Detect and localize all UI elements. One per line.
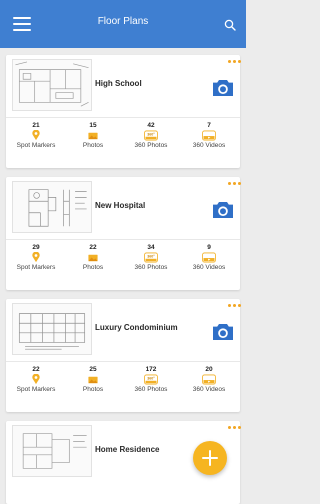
stat-360-photos[interactable]: 34 360° 360 Photos	[126, 243, 176, 272]
pin-icon	[28, 374, 44, 385]
stat-count: 21	[32, 122, 40, 129]
floor-plan-card[interactable]: New Hospital 29 Spot Markers 22 Photos 3…	[6, 177, 242, 290]
stat-photos[interactable]: 25 Photos	[68, 365, 118, 394]
svg-text:360°: 360°	[147, 377, 155, 381]
floor-plan-drawing	[13, 60, 91, 110]
360-video-icon	[201, 130, 217, 141]
stat-count: 15	[89, 122, 97, 129]
stat-count: 20	[205, 366, 213, 373]
svg-text:360°: 360°	[147, 255, 155, 259]
photo-icon	[85, 374, 101, 385]
stat-360-videos[interactable]: 20 360 Videos	[184, 365, 234, 394]
more-options-icon[interactable]	[228, 60, 242, 64]
stat-photos[interactable]: 15 Photos	[68, 121, 118, 150]
app-bar: Floor Plans	[0, 0, 246, 48]
more-options-icon[interactable]	[228, 304, 242, 308]
stat-label: Photos	[82, 386, 104, 393]
stat-count: 22	[89, 244, 97, 251]
stat-count: 34	[147, 244, 155, 251]
stat-label: 360 Photos	[134, 386, 168, 393]
floor-plan-card[interactable]: Luxury Condominium 22 Spot Markers 25 Ph…	[6, 299, 242, 412]
more-options-icon[interactable]	[228, 426, 242, 430]
card-divider	[6, 239, 240, 240]
stat-spot-markers[interactable]: 21 Spot Markers	[11, 121, 61, 150]
stat-label: 360 Photos	[134, 264, 168, 271]
360-photo-icon: 360°	[143, 130, 159, 141]
floor-plan-card[interactable]: High School 21 Spot Markers 15 Photos 42…	[6, 55, 242, 168]
stat-count: 9	[207, 244, 211, 251]
photo-icon	[85, 252, 101, 263]
stat-count: 172	[145, 366, 157, 373]
floor-plan-name: Luxury Condominium	[95, 323, 178, 332]
360-photo-icon: 360°	[143, 252, 159, 263]
floor-plan-drawing	[13, 426, 91, 476]
stat-label: Spot Markers	[16, 386, 56, 393]
floor-plan-thumbnail	[12, 303, 92, 355]
camera-icon[interactable]	[212, 79, 234, 97]
stat-label: 360 Videos	[192, 142, 226, 149]
pin-icon	[28, 130, 44, 141]
stat-360-photos[interactable]: 42 360° 360 Photos	[126, 121, 176, 150]
floor-plan-thumbnail	[12, 59, 92, 111]
stat-360-photos[interactable]: 172 360° 360 Photos	[126, 365, 176, 394]
stat-label: 360 Videos	[192, 264, 226, 271]
stat-label: Spot Markers	[16, 264, 56, 271]
stat-360-videos[interactable]: 7 360 Videos	[184, 121, 234, 150]
stat-spot-markers[interactable]: 22 Spot Markers	[11, 365, 61, 394]
card-divider	[6, 361, 240, 362]
floor-plan-name: High School	[95, 79, 142, 88]
360-video-icon	[201, 374, 217, 385]
svg-text:360°: 360°	[147, 133, 155, 137]
360-video-icon	[201, 252, 217, 263]
floor-plan-drawing	[13, 304, 91, 354]
floor-plan-thumbnail	[12, 181, 92, 233]
stat-label: Photos	[82, 142, 104, 149]
more-options-icon[interactable]	[228, 182, 242, 186]
stat-360-videos[interactable]: 9 360 Videos	[184, 243, 234, 272]
camera-icon[interactable]	[212, 323, 234, 341]
stat-count: 42	[147, 122, 155, 129]
stat-count: 7	[207, 122, 211, 129]
add-floor-plan-button[interactable]	[193, 441, 227, 475]
stat-label: 360 Photos	[134, 142, 168, 149]
stat-label: 360 Videos	[192, 386, 226, 393]
photo-icon	[85, 130, 101, 141]
stat-count: 25	[89, 366, 97, 373]
stat-label: Photos	[82, 264, 104, 271]
floor-plan-thumbnail	[12, 425, 92, 477]
search-icon[interactable]	[224, 19, 236, 31]
stat-count: 22	[32, 366, 40, 373]
360-photo-icon: 360°	[143, 374, 159, 385]
floor-plan-name: Home Residence	[95, 445, 160, 454]
page-title: Floor Plans	[97, 16, 149, 27]
floor-plan-name: New Hospital	[95, 201, 146, 210]
stat-photos[interactable]: 22 Photos	[68, 243, 118, 272]
floor-plan-drawing	[13, 182, 91, 232]
stat-spot-markers[interactable]: 29 Spot Markers	[11, 243, 61, 272]
stat-count: 29	[32, 244, 40, 251]
stat-label: Spot Markers	[16, 142, 56, 149]
camera-icon[interactable]	[212, 201, 234, 219]
card-divider	[6, 117, 240, 118]
pin-icon	[28, 252, 44, 263]
